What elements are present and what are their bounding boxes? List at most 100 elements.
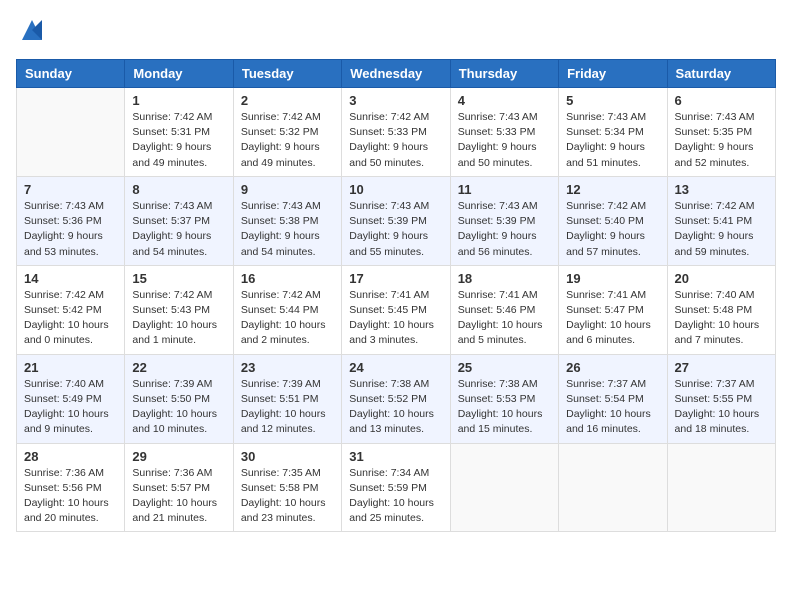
calendar-cell: 6 Sunrise: 7:43 AM Sunset: 5:35 PM Daylig… (667, 88, 775, 177)
calendar-cell: 30 Sunrise: 7:35 AM Sunset: 5:58 PM Dayli… (233, 443, 341, 532)
day-info: Sunrise: 7:42 AM Sunset: 5:43 PM Dayligh… (132, 288, 225, 349)
logo-icon (18, 16, 46, 44)
calendar-cell: 13Sunrise: 7:42 AM Sunset: 5:41 PM Dayli… (667, 176, 775, 265)
day-info: Sunrise: 7:43 AM Sunset: 5:35 PM Dayligh… (675, 110, 768, 171)
calendar-cell: 29 Sunrise: 7:36 AM Sunset: 5:57 PM Dayli… (125, 443, 233, 532)
day-number: 15 (132, 271, 225, 286)
day-info: Sunrise: 7:41 AM Sunset: 5:45 PM Dayligh… (349, 288, 442, 349)
calendar-cell: 17 Sunrise: 7:41 AM Sunset: 5:45 PM Dayli… (342, 265, 450, 354)
calendar-cell: 21 Sunrise: 7:40 AM Sunset: 5:49 PM Dayli… (17, 354, 125, 443)
day-info: Sunrise: 7:39 AM Sunset: 5:51 PM Dayligh… (241, 377, 334, 438)
calendar-cell: 2 Sunrise: 7:42 AM Sunset: 5:32 PM Daylig… (233, 88, 341, 177)
weekday-header-thursday: Thursday (450, 60, 558, 88)
day-info: Sunrise: 7:38 AM Sunset: 5:52 PM Dayligh… (349, 377, 442, 438)
day-info: Sunrise: 7:36 AM Sunset: 5:57 PM Dayligh… (132, 466, 225, 527)
day-info: Sunrise: 7:37 AM Sunset: 5:55 PM Dayligh… (675, 377, 768, 438)
day-number: 13 (675, 182, 768, 197)
calendar-cell (559, 443, 667, 532)
day-info: Sunrise: 7:35 AM Sunset: 5:58 PM Dayligh… (241, 466, 334, 527)
day-number: 28 (24, 449, 117, 464)
calendar-cell: 27 Sunrise: 7:37 AM Sunset: 5:55 PM Dayli… (667, 354, 775, 443)
day-number: 10 (349, 182, 442, 197)
weekday-header-friday: Friday (559, 60, 667, 88)
day-number: 25 (458, 360, 551, 375)
day-info: Sunrise: 7:38 AM Sunset: 5:53 PM Dayligh… (458, 377, 551, 438)
calendar-week-row: 14Sunrise: 7:42 AM Sunset: 5:42 PM Dayli… (17, 265, 776, 354)
day-info: Sunrise: 7:43 AM Sunset: 5:33 PM Dayligh… (458, 110, 551, 171)
calendar-cell (667, 443, 775, 532)
calendar-cell: 31 Sunrise: 7:34 AM Sunset: 5:59 PM Dayli… (342, 443, 450, 532)
calendar-week-row: 7 Sunrise: 7:43 AM Sunset: 5:36 PM Daylig… (17, 176, 776, 265)
day-number: 17 (349, 271, 442, 286)
day-number: 20 (675, 271, 768, 286)
day-number: 16 (241, 271, 334, 286)
day-number: 9 (241, 182, 334, 197)
day-info: Sunrise: 7:42 AM Sunset: 5:32 PM Dayligh… (241, 110, 334, 171)
day-number: 21 (24, 360, 117, 375)
day-info: Sunrise: 7:42 AM Sunset: 5:44 PM Dayligh… (241, 288, 334, 349)
calendar-cell: 22 Sunrise: 7:39 AM Sunset: 5:50 PM Dayli… (125, 354, 233, 443)
day-number: 31 (349, 449, 442, 464)
calendar-cell: 19 Sunrise: 7:41 AM Sunset: 5:47 PM Dayli… (559, 265, 667, 354)
day-number: 24 (349, 360, 442, 375)
calendar-table: SundayMondayTuesdayWednesdayThursdayFrid… (16, 59, 776, 532)
day-number: 29 (132, 449, 225, 464)
calendar-cell: 12 Sunrise: 7:42 AM Sunset: 5:40 PM Dayli… (559, 176, 667, 265)
day-number: 1 (132, 93, 225, 108)
weekday-header-saturday: Saturday (667, 60, 775, 88)
day-number: 18 (458, 271, 551, 286)
day-number: 12 (566, 182, 659, 197)
calendar-cell: 25 Sunrise: 7:38 AM Sunset: 5:53 PM Dayli… (450, 354, 558, 443)
day-info: Sunrise: 7:43 AM Sunset: 5:34 PM Dayligh… (566, 110, 659, 171)
calendar-cell: 23 Sunrise: 7:39 AM Sunset: 5:51 PM Dayli… (233, 354, 341, 443)
day-info: Sunrise: 7:41 AM Sunset: 5:47 PM Dayligh… (566, 288, 659, 349)
day-number: 14 (24, 271, 117, 286)
day-info: Sunrise: 7:40 AM Sunset: 5:48 PM Dayligh… (675, 288, 768, 349)
day-number: 19 (566, 271, 659, 286)
day-number: 27 (675, 360, 768, 375)
calendar-week-row: 28 Sunrise: 7:36 AM Sunset: 5:56 PM Dayli… (17, 443, 776, 532)
day-info: Sunrise: 7:40 AM Sunset: 5:49 PM Dayligh… (24, 377, 117, 438)
calendar-cell: 5 Sunrise: 7:43 AM Sunset: 5:34 PM Daylig… (559, 88, 667, 177)
day-info: Sunrise: 7:36 AM Sunset: 5:56 PM Dayligh… (24, 466, 117, 527)
day-number: 30 (241, 449, 334, 464)
calendar-cell: 9 Sunrise: 7:43 AM Sunset: 5:38 PM Daylig… (233, 176, 341, 265)
day-number: 22 (132, 360, 225, 375)
day-info: Sunrise: 7:43 AM Sunset: 5:39 PM Dayligh… (349, 199, 442, 260)
day-info: Sunrise: 7:42 AM Sunset: 5:31 PM Dayligh… (132, 110, 225, 171)
calendar-cell: 16 Sunrise: 7:42 AM Sunset: 5:44 PM Dayli… (233, 265, 341, 354)
day-number: 6 (675, 93, 768, 108)
day-info: Sunrise: 7:42 AM Sunset: 5:40 PM Dayligh… (566, 199, 659, 260)
day-info: Sunrise: 7:39 AM Sunset: 5:50 PM Dayligh… (132, 377, 225, 438)
calendar-cell: 18Sunrise: 7:41 AM Sunset: 5:46 PM Dayli… (450, 265, 558, 354)
calendar-cell: 10 Sunrise: 7:43 AM Sunset: 5:39 PM Dayli… (342, 176, 450, 265)
day-number: 23 (241, 360, 334, 375)
calendar-cell: 1 Sunrise: 7:42 AM Sunset: 5:31 PM Daylig… (125, 88, 233, 177)
calendar-week-row: 21 Sunrise: 7:40 AM Sunset: 5:49 PM Dayli… (17, 354, 776, 443)
weekday-header-wednesday: Wednesday (342, 60, 450, 88)
weekday-header-monday: Monday (125, 60, 233, 88)
logo-text (16, 16, 46, 49)
weekday-header-row: SundayMondayTuesdayWednesdayThursdayFrid… (17, 60, 776, 88)
day-number: 7 (24, 182, 117, 197)
day-number: 5 (566, 93, 659, 108)
day-info: Sunrise: 7:43 AM Sunset: 5:39 PM Dayligh… (458, 199, 551, 260)
calendar-cell: 7 Sunrise: 7:43 AM Sunset: 5:36 PM Daylig… (17, 176, 125, 265)
calendar-cell: 4Sunrise: 7:43 AM Sunset: 5:33 PM Daylig… (450, 88, 558, 177)
calendar-cell: 20 Sunrise: 7:40 AM Sunset: 5:48 PM Dayli… (667, 265, 775, 354)
calendar-cell: 24 Sunrise: 7:38 AM Sunset: 5:52 PM Dayli… (342, 354, 450, 443)
day-number: 11 (458, 182, 551, 197)
logo (16, 16, 46, 49)
weekday-header-sunday: Sunday (17, 60, 125, 88)
calendar-cell: 14Sunrise: 7:42 AM Sunset: 5:42 PM Dayli… (17, 265, 125, 354)
calendar-week-row: 1 Sunrise: 7:42 AM Sunset: 5:31 PM Daylig… (17, 88, 776, 177)
calendar-cell (17, 88, 125, 177)
day-info: Sunrise: 7:43 AM Sunset: 5:38 PM Dayligh… (241, 199, 334, 260)
day-info: Sunrise: 7:34 AM Sunset: 5:59 PM Dayligh… (349, 466, 442, 527)
calendar-cell: 15 Sunrise: 7:42 AM Sunset: 5:43 PM Dayli… (125, 265, 233, 354)
calendar-cell: 26Sunrise: 7:37 AM Sunset: 5:54 PM Dayli… (559, 354, 667, 443)
day-number: 26 (566, 360, 659, 375)
calendar-cell (450, 443, 558, 532)
day-number: 2 (241, 93, 334, 108)
day-info: Sunrise: 7:43 AM Sunset: 5:36 PM Dayligh… (24, 199, 117, 260)
